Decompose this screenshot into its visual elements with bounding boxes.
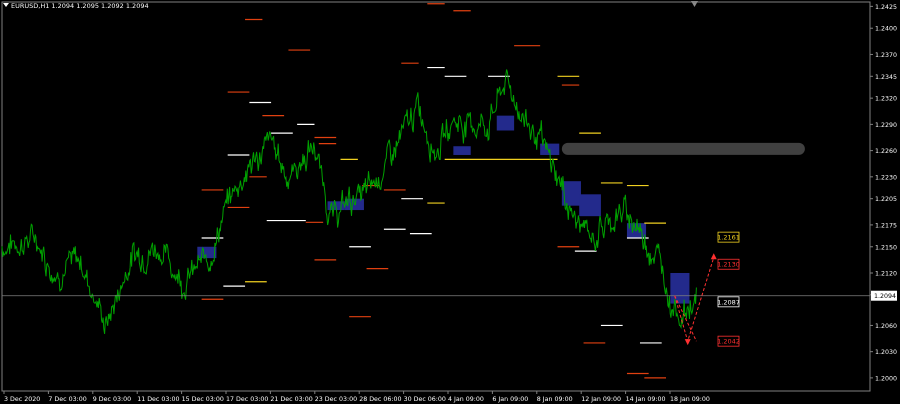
x-tick-label: 21 Dec 03:00 [270, 396, 312, 403]
x-tick-label: 14 Jan 09:00 [626, 396, 666, 403]
y-tick-label: 1.2150 [875, 244, 897, 251]
x-tick-label: 6 Jan 09:00 [492, 396, 528, 403]
x-tick-label: 28 Dec 06:00 [359, 396, 401, 403]
zone-box [496, 115, 515, 131]
x-tick-label: 3 Dec 2020 [4, 396, 40, 403]
y-tick-label: 1.2400 [875, 26, 897, 33]
y-tick-label: 1.2290 [875, 122, 897, 129]
y-tick-label: 1.2425 [875, 4, 897, 11]
y-tick-label: 1.2000 [875, 375, 897, 382]
y-tick-label: 1.2370 [875, 52, 897, 59]
x-tick-label: 30 Dec 06:00 [404, 396, 446, 403]
y-tick-label: 1.2175 [875, 222, 897, 229]
plot-frame [1, 1, 871, 392]
zone-box [670, 272, 690, 304]
price-tag-label: 1.2161 [717, 234, 740, 242]
forecast-arrow-icon [710, 253, 717, 260]
y-tick-label: 1.2205 [875, 196, 897, 203]
x-tick-label: 11 Dec 03:00 [137, 396, 179, 403]
x-tick-label: 23 Dec 03:00 [315, 396, 357, 403]
y-tick-label: 1.2120 [875, 270, 897, 277]
current-price-label: 1.2094 [874, 293, 896, 300]
x-tick-label: 17 Dec 03:00 [226, 396, 268, 403]
x-tick-label: 18 Jan 09:00 [670, 396, 710, 403]
zone-box [197, 246, 217, 259]
chart-window[interactable]: EURUSD,H1 1.2094 1.2095 1.2092 1.2094 1.… [0, 0, 900, 404]
x-tick-label: 8 Jan 09:00 [537, 396, 573, 403]
y-tick-label: 1.2230 [875, 174, 897, 181]
zone-box [453, 146, 471, 155]
price-tag-label: 1.2130 [717, 261, 740, 269]
price-tag-label: 1.2087 [717, 298, 740, 306]
y-tick-label: 1.2260 [875, 148, 897, 155]
zone-box [579, 194, 601, 217]
x-tick-label: 9 Dec 03:00 [93, 396, 131, 403]
x-tick-label: 15 Dec 03:00 [182, 396, 224, 403]
y-tick-label: 1.2060 [875, 323, 897, 330]
x-tick-label: 7 Dec 03:00 [48, 396, 86, 403]
price-tag-label: 1.2042 [717, 338, 740, 346]
y-tick-label: 1.2030 [875, 349, 897, 356]
x-tick-label: 4 Jan 09:00 [448, 396, 484, 403]
highlight-band [561, 142, 805, 155]
forecast-arrow-icon [684, 339, 691, 346]
y-tick-label: 1.2320 [875, 96, 897, 103]
x-tick-label: 12 Jan 09:00 [581, 396, 621, 403]
price-chart[interactable]: 1.2161 1.2130 1.2087 1.2042 1.2425 1.2400 1.23… [0, 0, 900, 404]
y-tick-label: 1.2345 [875, 74, 897, 81]
